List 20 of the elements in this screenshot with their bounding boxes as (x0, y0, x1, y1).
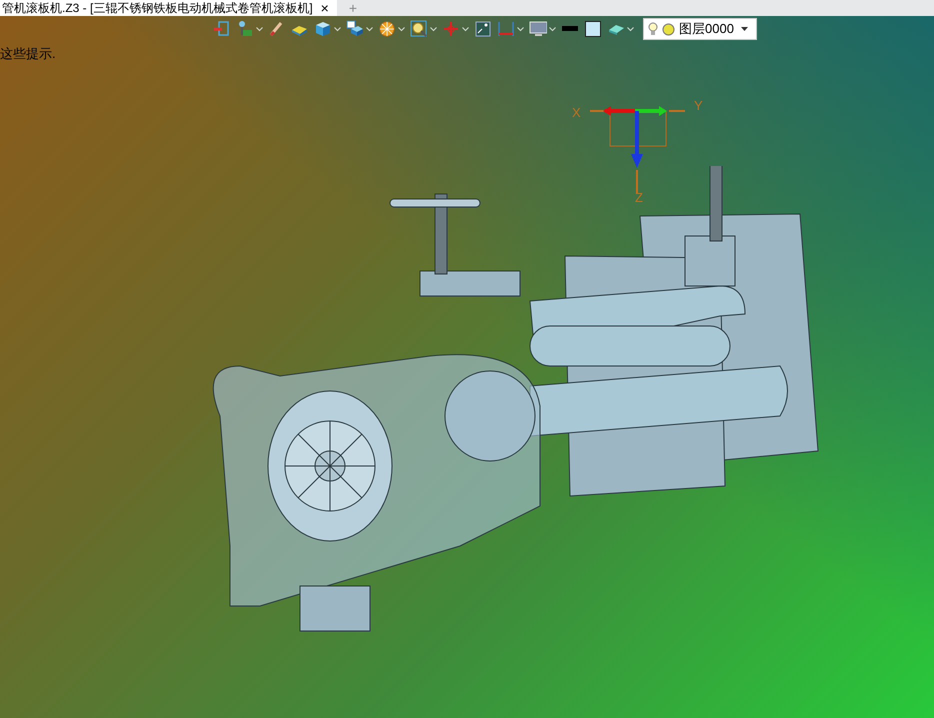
tab-title: 管机滚板机.Z3 - [三辊不锈钢铁板电动机械式卷管机滚板机] (2, 0, 313, 16)
layer-dropdown[interactable]: 图层0000 (643, 18, 757, 40)
pie-icon[interactable] (378, 20, 396, 38)
caret-icon[interactable] (741, 27, 748, 31)
axis-label: X (572, 104, 581, 122)
view-icon[interactable] (474, 20, 492, 38)
color-icon[interactable] (584, 20, 602, 38)
tree-icon[interactable] (236, 20, 254, 38)
exit-icon[interactable] (213, 20, 231, 38)
layer-name: 图层0000 (679, 20, 734, 38)
lightbulb-icon (648, 22, 658, 36)
document-tab[interactable]: 管机滚板机.Z3 - [三辊不锈钢铁板电动机械式卷管机滚板机] × (0, 0, 337, 16)
hint-text: 这些提示. (0, 46, 56, 61)
zoom-icon[interactable] (410, 20, 428, 38)
monitor-icon[interactable] (529, 20, 547, 38)
cube-screen-icon[interactable] (346, 20, 364, 38)
cube-icon[interactable] (314, 20, 332, 38)
close-tab-button[interactable]: × (320, 0, 329, 16)
axis-label: Y (694, 97, 703, 115)
circle-icon (662, 22, 675, 36)
